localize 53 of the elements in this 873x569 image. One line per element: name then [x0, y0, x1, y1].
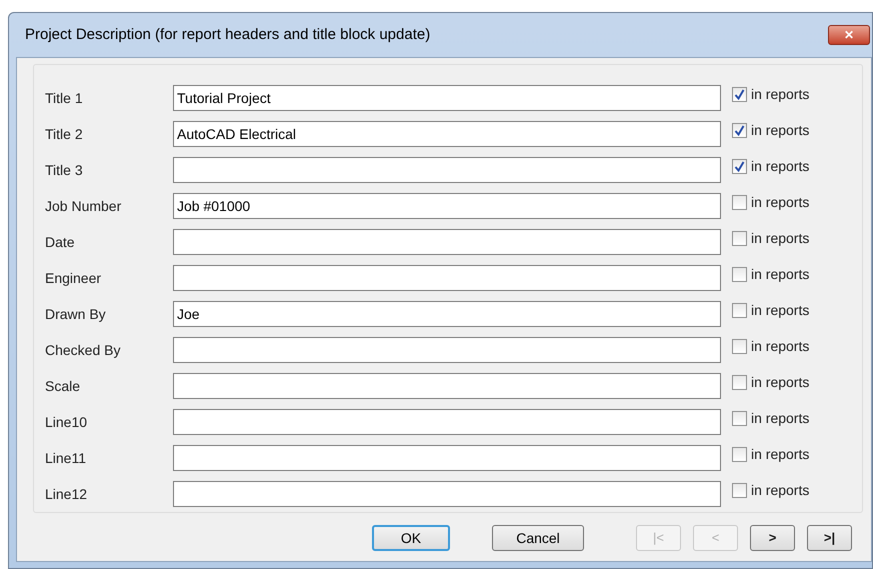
checkbox-label: in reports: [751, 300, 810, 320]
field-label: Job Number: [44, 196, 122, 216]
checkbox[interactable]: [732, 374, 747, 390]
text-field[interactable]: Tutorial Project: [173, 85, 721, 111]
checkbox[interactable]: [732, 122, 747, 138]
field-label: Title 2: [44, 124, 84, 144]
window-title: Project Description (for report headers and title block update): [25, 24, 430, 45]
field-label: Date: [44, 232, 76, 252]
field-label: Checked By: [44, 340, 122, 360]
text-field[interactable]: [173, 481, 721, 507]
field-label: Drawn By: [44, 304, 107, 324]
text-field[interactable]: [173, 409, 721, 435]
checkbox-label: in reports: [751, 444, 810, 464]
checkbox-label: in reports: [751, 408, 810, 428]
ok-button[interactable]: OK: [372, 525, 450, 551]
checkbox[interactable]: [732, 482, 747, 498]
checkbox-label: in reports: [751, 156, 810, 176]
text-field[interactable]: Joe: [173, 301, 721, 327]
cancel-button[interactable]: Cancel: [492, 525, 584, 551]
text-field[interactable]: Job #01000: [173, 193, 721, 219]
checkbox-label: in reports: [751, 228, 810, 248]
checkbox[interactable]: [732, 230, 747, 246]
checkbox-label: in reports: [751, 372, 810, 392]
field-label: Scale: [44, 376, 82, 396]
checkbox-label: in reports: [751, 192, 810, 212]
navigation-button[interactable]: >|: [807, 525, 852, 551]
checkbox-label: in reports: [751, 120, 810, 140]
checkbox[interactable]: [732, 410, 747, 426]
checkbox[interactable]: [732, 158, 747, 174]
navigation-button[interactable]: >: [750, 525, 795, 551]
checkbox[interactable]: [732, 338, 747, 354]
checkbox-label: in reports: [751, 84, 810, 104]
checkbox[interactable]: [732, 266, 747, 282]
field-label: Line12: [44, 484, 88, 504]
field-label: Title 1: [44, 88, 84, 108]
field-label: Engineer: [44, 268, 102, 288]
checkbox-label: in reports: [751, 264, 810, 284]
text-field[interactable]: [173, 445, 721, 471]
text-field[interactable]: [173, 373, 721, 399]
text-field[interactable]: [173, 229, 721, 255]
checkbox[interactable]: [732, 194, 747, 210]
checkbox[interactable]: [732, 302, 747, 318]
text-field[interactable]: [173, 157, 721, 183]
text-field[interactable]: [173, 265, 721, 291]
checkbox-label: in reports: [751, 336, 810, 356]
field-label: Line11: [44, 448, 88, 468]
field-label: Line10: [44, 412, 88, 432]
field-label: Title 3: [44, 160, 84, 180]
text-field[interactable]: AutoCAD Electrical: [173, 121, 721, 147]
checkbox[interactable]: [732, 86, 747, 102]
checkbox-label: in reports: [751, 480, 810, 500]
checkbox[interactable]: [732, 446, 747, 462]
text-field[interactable]: [173, 337, 721, 363]
